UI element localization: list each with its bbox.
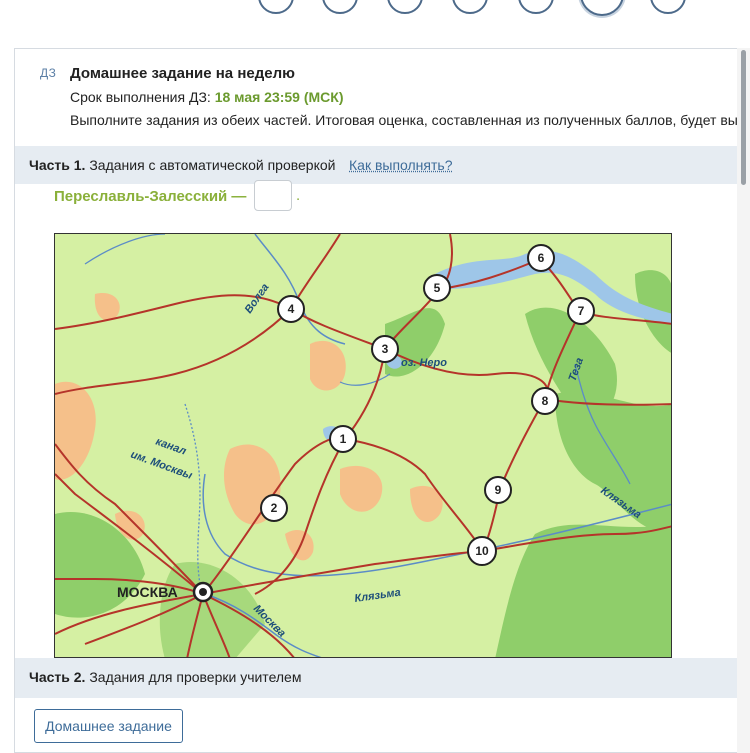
map-marker-6: 6 [527,244,555,272]
top-navigation-circles [0,0,750,30]
map-marker-label-2: 2 [271,501,278,515]
map-marker-label-4: 4 [288,302,295,316]
map-marker-9: 9 [484,476,512,504]
how-to-link[interactable]: Как выполнять? [349,157,453,173]
map-marker-label-5: 5 [434,281,441,295]
map-marker-label-9: 9 [495,483,502,497]
label-nero: оз. Неро [401,357,447,369]
map-marker-4: 4 [277,295,305,323]
question-city: Переславль-Залесский — [54,188,247,205]
homework-button[interactable]: Домашнее задание [34,709,183,743]
part1-number: Часть 1. [29,157,86,173]
map-marker-label-3: 3 [382,342,389,356]
scrollbar[interactable] [737,48,750,753]
region-map: МОСКВА Волга оз. Неро Теза канал им. Мос… [54,233,672,658]
map-marker-8: 8 [531,387,559,415]
question-suffix: . [296,187,301,204]
map-marker-label-10: 10 [475,544,489,558]
deadline: Срок выполнения ДЗ: 18 мая 23:59 (МСК) [70,89,344,105]
map-marker-7: 7 [567,297,595,325]
map-marker-5: 5 [423,274,451,302]
nav-circle-3[interactable] [387,0,423,14]
part2-title: Задания для проверки учителем [89,669,302,685]
nav-circle-7[interactable] [650,0,686,14]
nav-circle-1[interactable] [258,0,294,14]
moscow-label: МОСКВА [117,584,178,600]
map-marker-3: 3 [371,335,399,363]
nav-circle-5[interactable] [518,0,554,14]
part1-label: Часть 1. Задания с автоматической провер… [29,157,335,173]
map-svg: МОСКВА Волга оз. Неро Теза канал им. Мос… [55,234,671,657]
answer-input[interactable] [254,180,292,211]
part2-label: Часть 2. Задания для проверки учителем [29,669,301,685]
map-marker-label-7: 7 [578,304,585,318]
part1-header: Часть 1. Задания с автоматической провер… [15,146,750,184]
scrollbar-thumb[interactable] [741,50,746,185]
part2-number: Часть 2. [29,669,86,685]
homework-title: Домашнее задание на неделю [70,65,295,82]
nav-circle-6-active[interactable] [580,0,624,16]
homework-card: ДЗ Домашнее задание на неделю Срок выпол… [14,48,750,753]
map-marker-10: 10 [467,536,497,566]
map-marker-1: 1 [329,425,357,453]
deadline-label: Срок выполнения ДЗ: [70,89,211,105]
nav-circle-2[interactable] [322,0,358,14]
part2-header: Часть 2. Задания для проверки учителем [15,658,750,698]
nav-circle-4[interactable] [452,0,488,14]
map-marker-label-6: 6 [538,251,545,265]
homework-tag: ДЗ [40,66,57,80]
part1-title: Задания с автоматической проверкой [89,157,336,173]
instruction-text: Выполните задания из обеих частей. Итого… [70,112,750,128]
map-marker-2: 2 [260,494,288,522]
map-marker-label-1: 1 [340,432,347,446]
map-marker-label-8: 8 [542,394,549,408]
deadline-value: 18 мая 23:59 (МСК) [214,89,344,105]
